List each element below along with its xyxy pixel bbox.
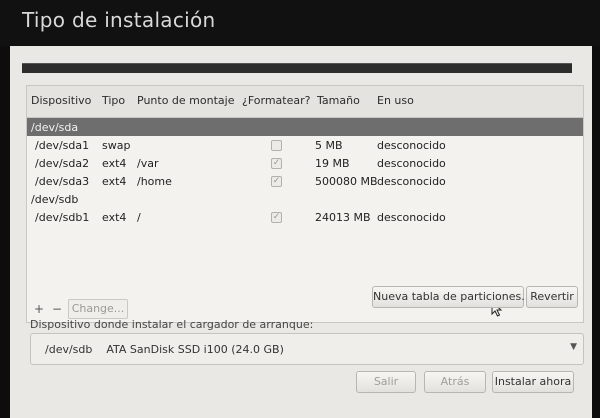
table-row[interactable]: /dev/sda: [27, 118, 583, 136]
format-checkbox[interactable]: ✓: [271, 158, 282, 169]
mount-cell: /: [137, 211, 141, 224]
device-cell: /dev/sda1: [35, 139, 90, 152]
format-checkbox[interactable]: [271, 140, 282, 151]
mount-cell: /home: [137, 175, 172, 188]
table-row[interactable]: /dev/sda1 swap 5 MB desconocido: [27, 136, 583, 154]
format-checkbox[interactable]: ✓: [271, 212, 282, 223]
column-header-type[interactable]: Tipo: [102, 94, 125, 107]
column-header-device[interactable]: Dispositivo: [31, 94, 91, 107]
change-partition-button[interactable]: Change...: [68, 299, 128, 319]
in-use-cell: desconocido: [377, 139, 446, 152]
revert-button[interactable]: Revertir: [526, 286, 578, 308]
device-cell: /dev/sda3: [35, 175, 90, 188]
type-cell: ext4: [102, 175, 127, 188]
type-cell: swap: [102, 139, 131, 152]
window-header: Tipo de instalación: [0, 0, 600, 46]
back-button[interactable]: Atrás: [424, 371, 486, 393]
table-row[interactable]: /dev/sdb1 ext4 / ✓ 24013 MB desconocido: [27, 208, 583, 226]
bootloader-device-select[interactable]: /dev/sdb ATA SanDisk SSD i100 (24.0 GB) …: [30, 333, 584, 365]
type-cell: ext4: [102, 211, 127, 224]
in-use-cell: desconocido: [377, 211, 446, 224]
partition-bar: [22, 63, 572, 73]
bootloader-model: ATA SanDisk SSD i100 (24.0 GB): [106, 343, 284, 356]
type-cell: ext4: [102, 157, 127, 170]
device-cell: /dev/sdb: [31, 193, 79, 206]
install-now-button[interactable]: Instalar ahora: [492, 371, 574, 393]
size-cell: 5 MB: [315, 139, 343, 152]
in-use-cell: desconocido: [377, 175, 446, 188]
size-cell: 500080 MB: [315, 175, 378, 188]
column-header-mount[interactable]: Punto de montaje: [137, 94, 234, 107]
table-row[interactable]: /dev/sda2 ext4 /var ✓ 19 MB desconocido: [27, 154, 583, 172]
bootloader-device: /dev/sdb: [45, 343, 93, 356]
check-icon: ✓: [272, 176, 281, 186]
size-cell: 24013 MB: [315, 211, 371, 224]
column-header-in-use[interactable]: En uso: [377, 94, 414, 107]
column-header-format[interactable]: ¿Formatear?: [242, 94, 310, 107]
quit-button[interactable]: Salir: [356, 371, 416, 393]
chevron-down-icon: ▼: [570, 342, 577, 352]
remove-partition-button[interactable]: −: [50, 299, 64, 319]
device-cell: /dev/sda2: [35, 157, 90, 170]
table-header: Dispositivo Tipo Punto de montaje ¿Forma…: [27, 86, 583, 118]
window-title: Tipo de instalación: [22, 8, 216, 32]
installer-panel: Dispositivo Tipo Punto de montaje ¿Forma…: [10, 46, 592, 418]
device-cell: /dev/sda: [31, 121, 79, 134]
device-cell: /dev/sdb1: [35, 211, 90, 224]
size-cell: 19 MB: [315, 157, 350, 170]
new-partition-table-button[interactable]: Nueva tabla de particiones...: [372, 286, 532, 308]
check-icon: ✓: [272, 212, 281, 222]
mount-cell: /var: [137, 157, 159, 170]
format-checkbox[interactable]: ✓: [271, 176, 282, 187]
table-row[interactable]: /dev/sdb: [27, 190, 583, 208]
column-header-size[interactable]: Tamaño: [317, 94, 360, 107]
check-icon: ✓: [272, 158, 281, 168]
add-partition-button[interactable]: +: [32, 299, 46, 319]
in-use-cell: desconocido: [377, 157, 446, 170]
bootloader-device-value: /dev/sdb ATA SanDisk SSD i100 (24.0 GB): [45, 343, 284, 356]
table-row[interactable]: /dev/sda3 ext4 /home ✓ 500080 MB descono…: [27, 172, 583, 190]
bootloader-label: Dispositivo donde instalar el cargador d…: [30, 318, 314, 331]
